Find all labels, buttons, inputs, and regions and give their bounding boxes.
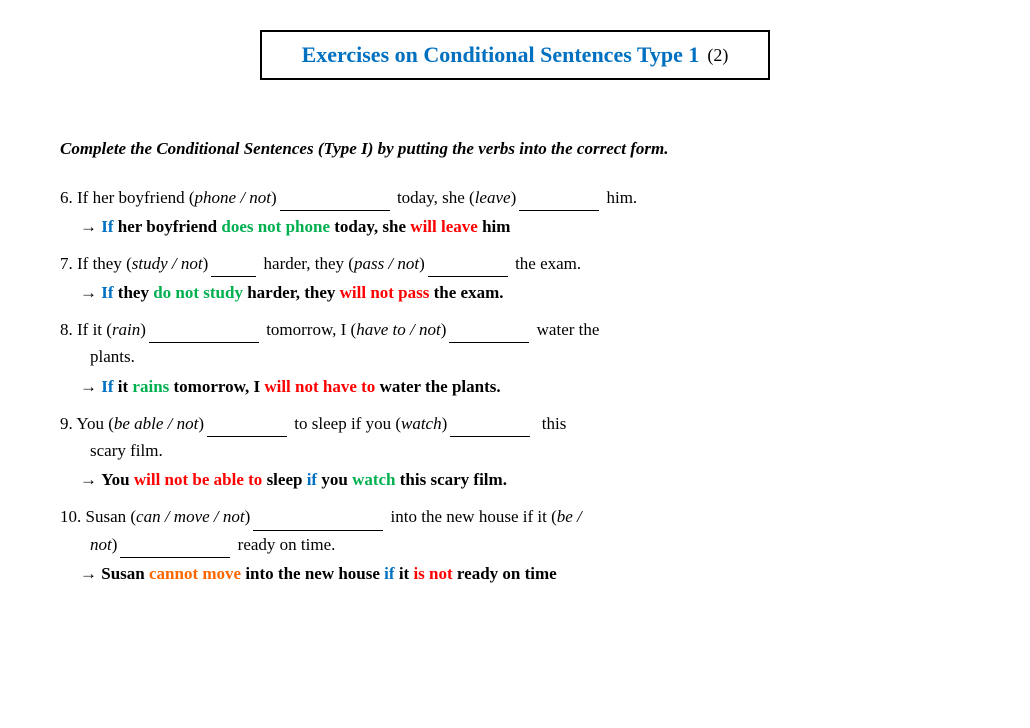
title-subtitle: (2): [707, 45, 728, 66]
answer-6: → If her boyfriend does not phone today,…: [80, 213, 970, 240]
question-10: 10. Susan (can / move / not) into the ne…: [60, 503, 970, 557]
main-title: Exercises on Conditional Sentences Type …: [302, 42, 700, 68]
question-8: 8. If it (rain) tomorrow, I (have to / n…: [60, 316, 970, 370]
answer-8: → If it rains tomorrow, I will not have …: [80, 373, 970, 400]
answer-10: → Susan cannot move into the new house i…: [80, 560, 970, 587]
instructions: Complete the Conditional Sentences (Type…: [60, 136, 970, 162]
exercise-7: 7. If they (study / not) harder, they (p…: [60, 250, 970, 306]
title-box: Exercises on Conditional Sentences Type …: [260, 30, 771, 80]
answer-9: → You will not be able to sleep if you w…: [80, 466, 970, 493]
exercise-9: 9. You (be able / not) to sleep if you (…: [60, 410, 970, 494]
exercise-10: 10. Susan (can / move / not) into the ne…: [60, 503, 970, 587]
question-7: 7. If they (study / not) harder, they (p…: [60, 250, 970, 277]
answer-7: → If they do not study harder, they will…: [80, 279, 970, 306]
exercise-8: 8. If it (rain) tomorrow, I (have to / n…: [60, 316, 970, 400]
question-6: 6. If her boyfriend (phone / not) today,…: [60, 184, 970, 211]
exercise-6: 6. If her boyfriend (phone / not) today,…: [60, 184, 970, 240]
question-9: 9. You (be able / not) to sleep if you (…: [60, 410, 970, 464]
